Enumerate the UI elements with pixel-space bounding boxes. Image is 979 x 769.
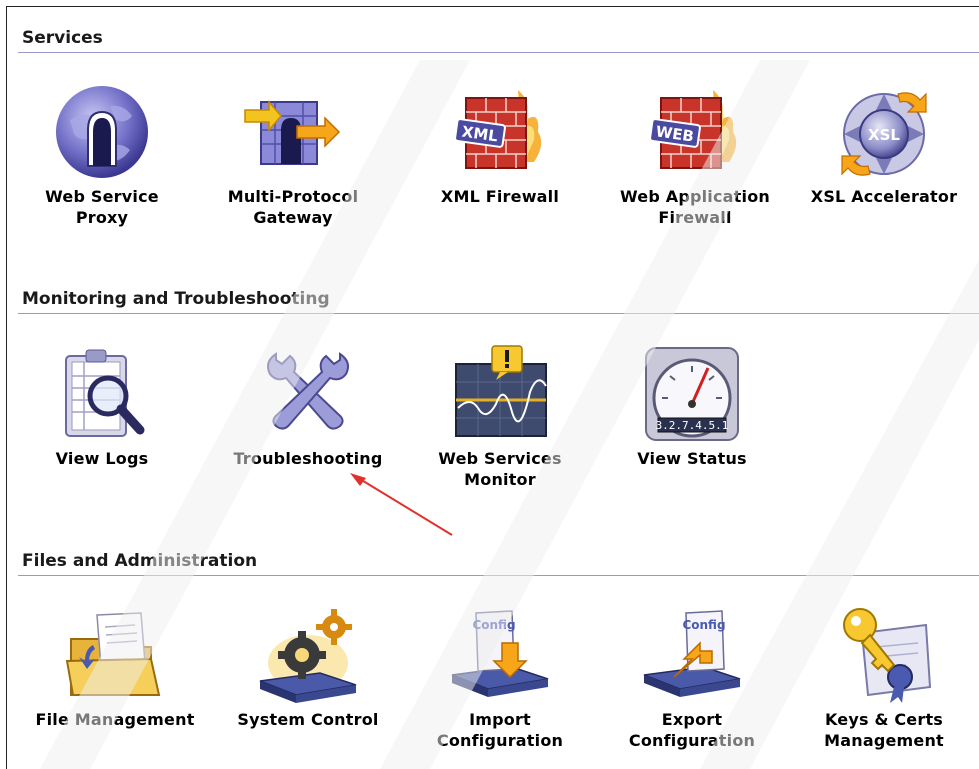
section-divider: [18, 52, 979, 53]
section-title-files: Files and Administration: [22, 551, 258, 571]
tile-web-application-firewall[interactable]: WEB Web Application Firewall: [600, 80, 790, 228]
folder-icon: [65, 612, 161, 696]
tile-label: Multi-Protocol Gateway: [227, 187, 359, 227]
tile-label: File Management: [35, 710, 195, 729]
tile-system-control[interactable]: System Control: [213, 603, 403, 730]
xml-firewall-icon: XML: [454, 90, 542, 169]
tile-multi-protocol-gateway[interactable]: Multi-Protocol Gateway: [198, 80, 388, 228]
section-title-monitoring: Monitoring and Troubleshooting: [22, 289, 330, 309]
section-divider: [18, 313, 979, 314]
tile-label: Web Application Firewall: [619, 187, 770, 227]
tile-export-configuration[interactable]: Config Export Configuration: [597, 603, 787, 751]
tile-keys-certs-management[interactable]: Keys & Certs Management: [789, 603, 979, 751]
tile-web-service-proxy[interactable]: Web Service Proxy: [7, 80, 197, 228]
tile-label: Keys & Certs Management: [824, 710, 944, 750]
clipboard-magnifier-icon: [65, 349, 145, 437]
tile-view-logs[interactable]: View Logs: [7, 342, 197, 469]
section-divider: [18, 575, 979, 576]
tile-label: View Logs: [55, 449, 149, 468]
tile-import-configuration[interactable]: Config Import Configuration: [405, 603, 595, 751]
config-import-icon: Config: [451, 610, 549, 697]
web-firewall-icon: WEB: [649, 90, 737, 169]
tile-label: View Status: [637, 449, 747, 468]
tile-xml-firewall[interactable]: XML XML Firewall: [405, 80, 595, 207]
section-title-services: Services: [22, 28, 103, 48]
key-certificate-icon: [843, 608, 932, 703]
gears-device-icon: [259, 609, 357, 703]
tile-label: Web Services Monitor: [438, 449, 562, 489]
xsl-accelerator-icon: XSL: [841, 92, 927, 176]
tile-web-services-monitor[interactable]: Web Services Monitor: [405, 342, 595, 490]
tile-troubleshooting[interactable]: Troubleshooting: [213, 342, 403, 469]
wrenches-icon: [267, 352, 349, 430]
odometer-text: 3.2.7.4.5.1: [656, 419, 729, 432]
tile-xsl-accelerator[interactable]: XSL XSL Accelerator: [789, 80, 979, 207]
config-label-text: Config: [472, 618, 515, 632]
tile-label: XML Firewall: [440, 187, 560, 206]
config-export-icon: Config: [643, 610, 741, 697]
tile-view-status[interactable]: 3.2.7.4.5.1 View Status: [597, 342, 787, 469]
tile-file-management[interactable]: File Management: [20, 603, 210, 730]
tile-label: Import Configuration: [436, 710, 564, 750]
xsl-badge-text: XSL: [868, 126, 900, 144]
config-label-text: Config: [682, 618, 725, 632]
gateway-arrow-icon: [244, 99, 341, 165]
tile-label: Troubleshooting: [233, 449, 383, 468]
gauge-icon: 3.2.7.4.5.1: [645, 347, 739, 441]
tile-label: Web Service Proxy: [45, 187, 159, 227]
tile-label: System Control: [237, 710, 379, 729]
tile-label: Export Configuration: [628, 710, 756, 750]
tile-label: XSL Accelerator: [810, 187, 958, 206]
globe-door-icon: [56, 86, 148, 178]
monitor-graph-icon: [455, 345, 547, 437]
